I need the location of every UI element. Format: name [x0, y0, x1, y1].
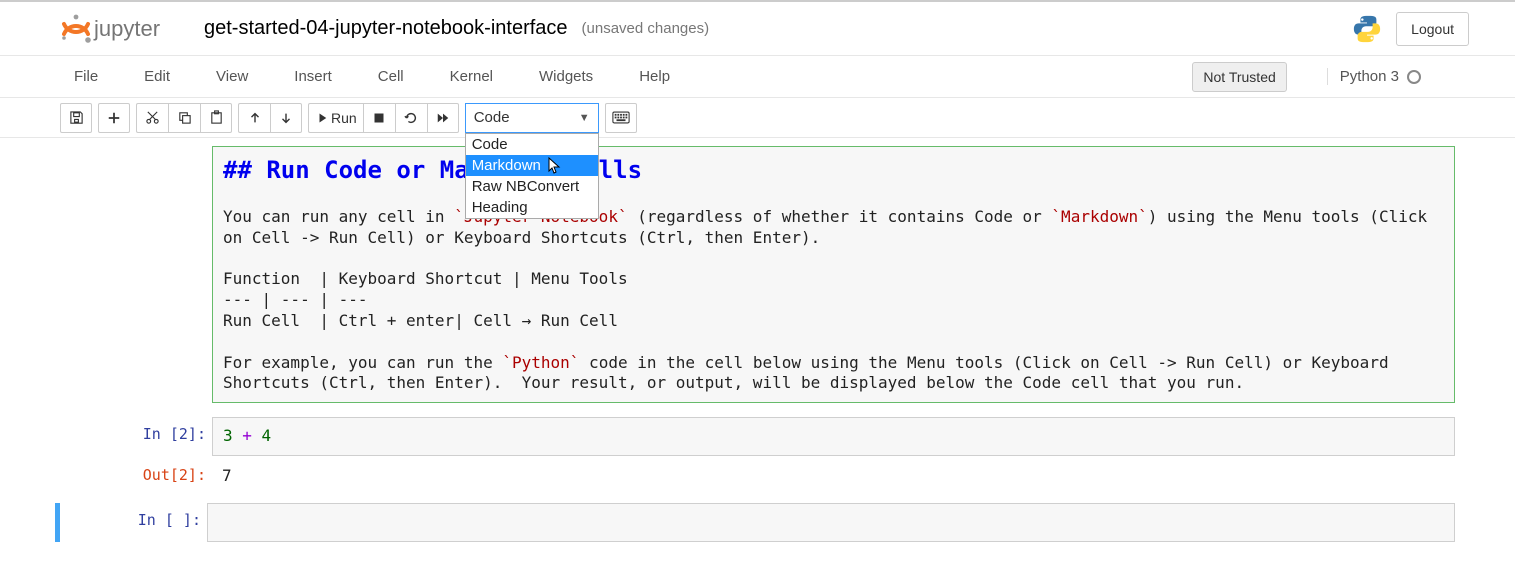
- fast-forward-icon: [436, 111, 450, 125]
- code-num-1: 3: [223, 426, 233, 445]
- menu-widgets[interactable]: Widgets: [525, 58, 607, 95]
- jupyter-logo-text: jupyter: [93, 16, 160, 41]
- restart-button[interactable]: [395, 103, 427, 133]
- md-body-1b: (regardless of whether it contains Code …: [628, 207, 1052, 226]
- menu-cell[interactable]: Cell: [364, 58, 418, 95]
- md-table-2: --- | --- | ---: [223, 290, 368, 309]
- menu-edit[interactable]: Edit: [130, 58, 184, 95]
- md-code-1x: `Markdown`: [1051, 207, 1147, 226]
- menu-insert[interactable]: Insert: [280, 58, 346, 95]
- celltype-option-heading[interactable]: Heading: [466, 197, 598, 218]
- cut-button[interactable]: [136, 103, 168, 133]
- save-status: (unsaved changes): [582, 20, 710, 37]
- md-body-1a: You can run any cell in: [223, 207, 454, 226]
- run-label: Run: [331, 110, 357, 126]
- code-cell-2-editor[interactable]: [207, 503, 1455, 542]
- run-stop-restart-group: Run: [308, 103, 459, 133]
- move-up-button[interactable]: [238, 103, 270, 133]
- celltype-select[interactable]: Code ▼: [465, 103, 599, 133]
- arrow-up-icon: [248, 111, 262, 125]
- insert-cell-button[interactable]: [98, 103, 130, 133]
- move-cell-group: [238, 103, 302, 133]
- menu-view[interactable]: View: [202, 58, 262, 95]
- md-table-1: Function | Keyboard Shortcut | Menu Tool…: [223, 269, 628, 288]
- restart-run-all-button[interactable]: [427, 103, 459, 133]
- code-cell-1-editor[interactable]: 3 + 4: [212, 417, 1455, 456]
- code-num-2: 4: [262, 426, 272, 445]
- kernel-status-icon: [1407, 70, 1421, 84]
- run-icon: [315, 112, 327, 124]
- markdown-cell[interactable]: ## Run Code or Markdown Cells You can ru…: [60, 146, 1455, 403]
- celltype-option-raw[interactable]: Raw NBConvert: [466, 176, 598, 197]
- cut-copy-paste-group: [136, 103, 232, 133]
- header-bar: jupyter get-started-04-jupyter-notebook-…: [0, 2, 1515, 56]
- out-prompt-1: Out[2]:: [60, 458, 212, 484]
- md-table-3: Run Cell | Ctrl + enter| Cell → Run Cell: [223, 311, 618, 330]
- paste-icon: [209, 110, 224, 125]
- stop-icon: [373, 112, 385, 124]
- notebook-title[interactable]: get-started-04-jupyter-notebook-interfac…: [204, 17, 568, 40]
- keyboard-icon: [612, 111, 630, 124]
- celltype-option-markdown-label: Markdown: [472, 157, 541, 174]
- celltype-selected-value: Code: [474, 109, 510, 126]
- markdown-cell-editor[interactable]: ## Run Code or Markdown Cells You can ru…: [212, 146, 1455, 403]
- copy-button[interactable]: [168, 103, 200, 133]
- move-down-button[interactable]: [270, 103, 302, 133]
- arrow-down-icon: [279, 111, 293, 125]
- jupyter-logo[interactable]: jupyter: [60, 12, 190, 46]
- paste-button[interactable]: [200, 103, 232, 133]
- trust-indicator[interactable]: Not Trusted: [1192, 62, 1286, 92]
- celltype-select-wrap: Code ▼ Code Markdown Raw NBConvert Headi…: [465, 103, 599, 133]
- python-logo-icon: [1352, 14, 1382, 44]
- restart-icon: [404, 111, 418, 125]
- kernel-indicator[interactable]: Python 3: [1327, 68, 1421, 85]
- markdown-cell-prompt: [60, 146, 212, 154]
- run-button[interactable]: Run: [308, 103, 363, 133]
- caret-down-icon: ▼: [579, 112, 590, 124]
- jupyter-logo-icon: jupyter: [60, 12, 190, 46]
- interrupt-button[interactable]: [363, 103, 395, 133]
- md-body-2a: For example, you can run the: [223, 353, 502, 372]
- kernel-name: Python 3: [1340, 68, 1399, 85]
- in-prompt-2: In [ ]:: [60, 503, 207, 529]
- cursor-icon: [548, 157, 562, 175]
- celltype-dropdown: Code Markdown Raw NBConvert Heading: [465, 133, 599, 219]
- logout-button[interactable]: Logout: [1396, 12, 1469, 46]
- menu-file[interactable]: File: [60, 58, 112, 95]
- in-prompt-1: In [2]:: [60, 417, 212, 443]
- menu-help[interactable]: Help: [625, 58, 684, 95]
- code-cell-1[interactable]: In [2]: 3 + 4: [60, 417, 1455, 456]
- save-icon: [69, 110, 84, 125]
- copy-icon: [177, 110, 192, 125]
- menu-kernel[interactable]: Kernel: [436, 58, 507, 95]
- code-op: +: [233, 426, 262, 445]
- menu-bar: File Edit View Insert Cell Kernel Widget…: [0, 56, 1515, 98]
- toolbar: Run Code ▼ Code Markdown Raw NBConvert H…: [0, 98, 1515, 138]
- plus-icon: [107, 111, 121, 125]
- code-cell-2[interactable]: In [ ]:: [55, 503, 1455, 542]
- save-button[interactable]: [60, 103, 92, 133]
- cut-icon: [145, 110, 160, 125]
- command-palette-button[interactable]: [605, 103, 637, 133]
- code-cell-1-output-row: Out[2]: 7: [60, 458, 1455, 493]
- notebook-container: ## Run Code or Markdown Cells You can ru…: [0, 138, 1515, 564]
- code-cell-1-output: 7: [212, 458, 1455, 493]
- md-code-2: `Python`: [502, 353, 579, 372]
- celltype-option-code[interactable]: Code: [466, 134, 598, 155]
- celltype-option-markdown[interactable]: Markdown: [466, 155, 598, 176]
